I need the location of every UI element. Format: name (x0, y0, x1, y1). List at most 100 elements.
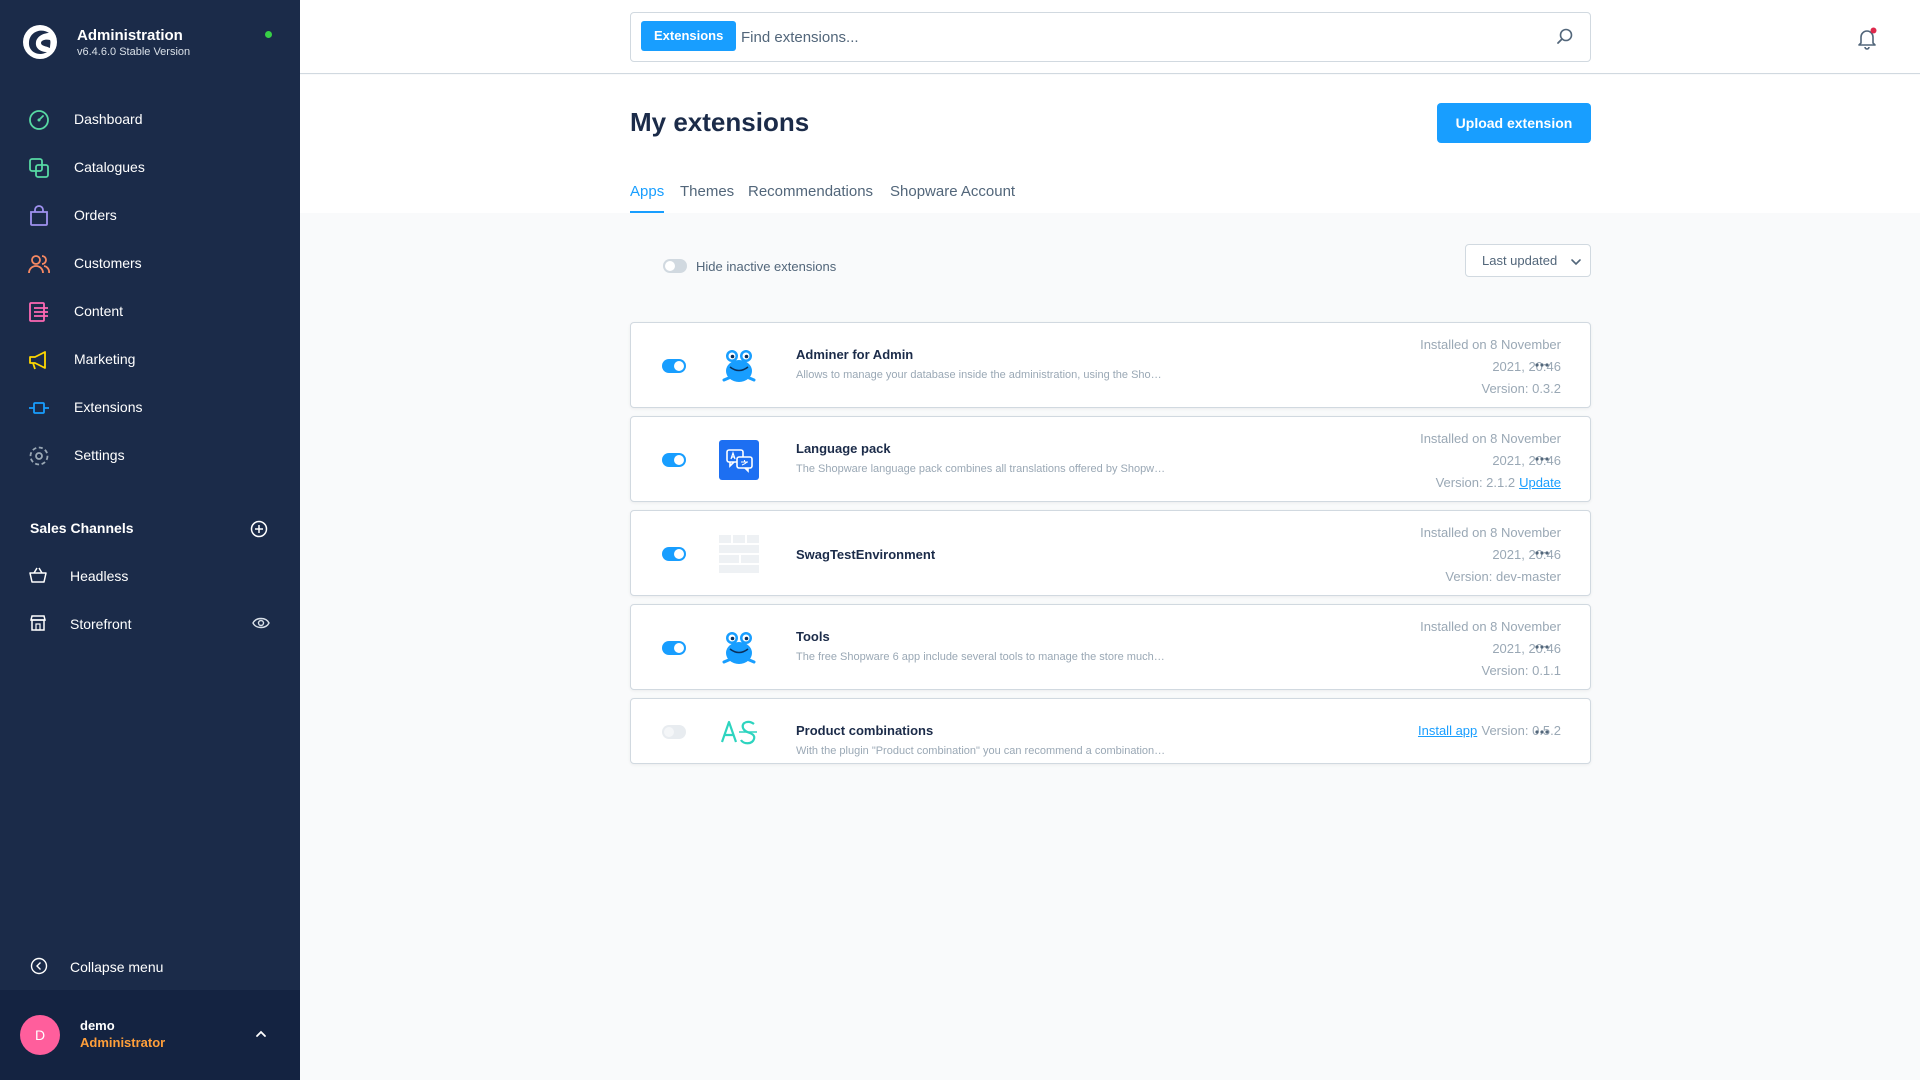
more-options-icon[interactable] (1533, 723, 1551, 741)
nav-label: Settings (74, 447, 125, 463)
extension-active-toggle[interactable] (662, 725, 686, 739)
chevron-up-icon[interactable] (254, 1027, 268, 1041)
add-sales-channel-icon[interactable] (250, 520, 268, 538)
nav-item-catalogues[interactable]: Catalogues (0, 144, 300, 192)
eye-icon[interactable] (252, 616, 270, 630)
nav-label: Catalogues (74, 159, 145, 175)
extension-description: Allows to manage your database inside th… (796, 369, 1166, 381)
sales-channel-storefront[interactable]: Storefront (0, 603, 300, 643)
tab-themes[interactable]: Themes (680, 183, 734, 213)
extension-name: Tools (796, 629, 830, 644)
extension-version-line: Version: 2.1.2 Update (1391, 472, 1561, 494)
extension-description: With the plugin "Product combination" yo… (796, 745, 1166, 757)
sort-label: Last updated (1482, 253, 1558, 268)
sales-channel-headless[interactable]: Headless (0, 555, 300, 595)
orders-icon (30, 205, 48, 226)
user-name: demo (80, 1018, 115, 1033)
installed-date: Installed on 8 November (1420, 619, 1561, 634)
brand-title: Administration (77, 27, 183, 44)
nav-item-content[interactable]: Content (0, 288, 300, 336)
nav-label: Content (74, 303, 124, 319)
product-combinations-logo (720, 720, 757, 745)
frog-icon (722, 350, 756, 382)
chevron-left-circle-icon (30, 957, 48, 975)
nav-item-extensions[interactable]: Extensions (0, 384, 300, 432)
nav-item-marketing[interactable]: Marketing (0, 336, 300, 384)
placeholder-icon (719, 535, 759, 573)
extension-card-language-pack: Language pack The Shopware language pack… (630, 416, 1591, 502)
extension-name: Product combinations (796, 723, 934, 738)
chevron-down-icon (1571, 259, 1581, 266)
sidebar: Administration v6.4.6.0 Stable Version D… (0, 0, 300, 1080)
sales-channel-label: Storefront (70, 616, 132, 632)
search-icon[interactable] (1555, 27, 1575, 47)
user-role: Administrator (80, 1035, 166, 1050)
sort-select[interactable]: Last updated (1465, 244, 1591, 277)
nav-item-dashboard[interactable]: Dashboard (0, 96, 300, 144)
extension-card-tools: Tools The free Shopware 6 app include se… (630, 604, 1591, 690)
search-type-tag[interactable]: Extensions (641, 21, 737, 51)
user-panel[interactable]: D demo Administrator (0, 990, 300, 1080)
install-app-link[interactable]: Install app (1418, 723, 1477, 738)
update-link[interactable]: Update (1519, 475, 1561, 490)
extension-version: Version: 2.1.2 (1435, 475, 1516, 490)
more-options-icon[interactable] (1533, 356, 1551, 374)
extension-active-toggle[interactable] (662, 359, 686, 373)
catalogue-icon (29, 158, 49, 178)
installed-date: Installed on 8 November (1420, 337, 1561, 352)
installed-date: Installed on 8 November (1420, 525, 1561, 540)
extension-active-toggle[interactable] (662, 453, 686, 467)
more-options-icon[interactable] (1533, 638, 1551, 656)
extension-version: Version: 0.1.1 (1481, 663, 1562, 678)
extension-name: Language pack (796, 441, 891, 456)
settings-icon (29, 446, 49, 466)
nav-item-orders[interactable]: Orders (0, 192, 300, 240)
basket-icon (29, 567, 47, 583)
extension-version: Version: dev-master (1445, 569, 1561, 584)
sales-channels-title: Sales Channels (30, 520, 134, 536)
avatar: D (20, 1015, 60, 1055)
tab-shopware-account[interactable]: Shopware Account (890, 183, 1015, 213)
extension-name: SwagTestEnvironment (796, 547, 936, 562)
sales-channel-label: Headless (70, 568, 129, 584)
extension-card-product-combinations: Product combinations With the plugin "Pr… (630, 698, 1591, 764)
content-icon (29, 302, 48, 322)
more-options-icon[interactable] (1533, 544, 1551, 562)
brand: Administration v6.4.6.0 Stable Version (22, 24, 278, 64)
more-options-icon[interactable] (1533, 450, 1551, 468)
main-nav: Dashboard Catalogues Orders Customers Co… (0, 96, 300, 480)
search-input[interactable] (741, 23, 1541, 51)
hide-inactive-toggle[interactable] (663, 259, 687, 273)
nav-label: Extensions (74, 399, 143, 415)
collapse-menu-label: Collapse menu (70, 959, 164, 975)
installed-date: Installed on 8 November (1420, 431, 1561, 446)
page-header: My extensions Upload extension Apps Them… (300, 75, 1920, 213)
nav-item-settings[interactable]: Settings (0, 432, 300, 480)
storefront-icon (30, 615, 46, 631)
hide-inactive-label: Hide inactive extensions (696, 259, 837, 274)
extensions-icon (29, 402, 49, 414)
extension-version: Version: 0.3.2 (1481, 381, 1562, 396)
extension-card-adminer: Adminer for Admin Allows to manage your … (630, 322, 1591, 408)
nav-label: Marketing (74, 351, 136, 367)
upload-extension-button[interactable]: Upload extension (1437, 103, 1591, 143)
nav-label: Customers (74, 255, 142, 271)
customers-icon (28, 255, 50, 274)
language-pack-icon (719, 440, 759, 480)
extension-description: The Shopware language pack combines all … (796, 463, 1166, 475)
extension-card-swagtestenvironment: SwagTestEnvironment Installed on 8 Novem… (630, 510, 1591, 596)
search-bar: Extensions (630, 12, 1591, 62)
nav-item-customers[interactable]: Customers (0, 240, 300, 288)
tab-recommendations[interactable]: Recommendations (748, 183, 873, 213)
top-bar: Extensions (300, 0, 1920, 74)
extension-active-toggle[interactable] (662, 547, 686, 561)
collapse-menu-button[interactable]: Collapse menu (30, 956, 270, 976)
notification-bell-icon[interactable] (1855, 26, 1879, 50)
brand-version: v6.4.6.0 Stable Version (77, 46, 191, 58)
extension-active-toggle[interactable] (662, 641, 686, 655)
extension-name: Adminer for Admin (796, 347, 914, 362)
frog-icon (722, 632, 756, 664)
dashboard-icon (29, 110, 49, 130)
tab-apps[interactable]: Apps (630, 183, 665, 213)
nav-label: Dashboard (74, 111, 143, 127)
